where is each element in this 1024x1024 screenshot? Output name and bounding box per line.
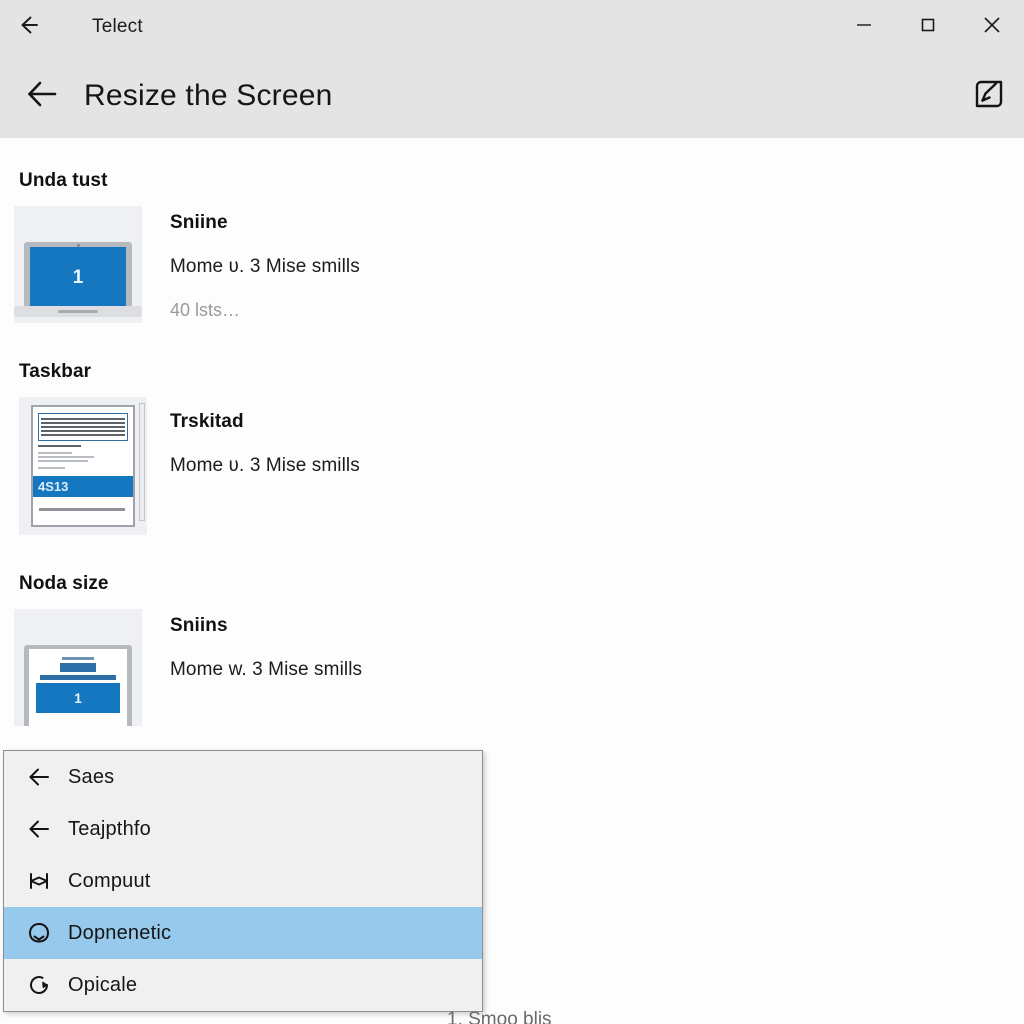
list-item[interactable]: 4S13 Trskitad Mome ʋ. 3 Mise smills <box>19 397 1024 535</box>
close-icon <box>980 13 1004 42</box>
window-title: Telect <box>92 16 143 37</box>
arrow-left-icon <box>24 76 60 117</box>
item-title: Trskitad <box>170 411 244 432</box>
rotate-icon <box>18 972 60 998</box>
screen-bar-label: 1 <box>36 683 120 713</box>
menu-item-teajpthfo[interactable]: Teajpthfo <box>4 803 482 855</box>
section-heading: Unda tust <box>19 170 108 191</box>
item-title: Sniine <box>170 212 228 233</box>
laptop-camera-dot <box>76 244 80 247</box>
laptop-trackpad <box>58 310 98 313</box>
laptop-lid: 1 <box>24 242 132 309</box>
menu-item-label: Compuut <box>68 869 151 892</box>
resize-width-icon <box>18 868 60 894</box>
bottom-clipped-text: 1. Smoo blis <box>447 1009 552 1024</box>
document-text-block <box>38 413 128 441</box>
page-title: Resize the Screen <box>84 79 333 112</box>
document-thumbnail: 4S13 <box>19 397 147 535</box>
item-text-block: Sniine Mome ʋ. 3 Mise smills 40 lsts… <box>170 206 360 321</box>
menu-item-compuut[interactable]: Compuut <box>4 855 482 907</box>
section-unda-tust: Unda tust 1 Sniine Mome ʋ. 3 Mise smills <box>0 170 1024 323</box>
document-footer-line <box>39 508 125 511</box>
maximize-icon <box>917 14 939 41</box>
section-noda-size: Noda size 1 Sniins Mome w. 3 Mise smills <box>0 573 1024 726</box>
menu-item-label: Opicale <box>68 973 138 996</box>
laptop-screen-label: 1 <box>30 247 126 309</box>
context-menu[interactable]: Saes Teajpthfo Compuut Dopnenetic Opical… <box>3 750 483 1012</box>
laptop-thumbnail-graphic: 1 <box>14 206 142 323</box>
item-subtitle: Mome ʋ. 3 Mise smills <box>170 256 360 277</box>
section-taskbar: Taskbar 4S13 Trskitad Mome ʋ. 3 Mise smi… <box>0 361 1024 535</box>
item-title: Sniins <box>170 615 228 636</box>
minimize-icon <box>853 14 875 41</box>
menu-item-dopnenetic[interactable]: Dopnenetic <box>4 907 482 959</box>
title-bar: Telect <box>0 0 1024 54</box>
laptop-thumbnail: 1 <box>14 206 142 323</box>
document-scrollbar <box>139 403 145 521</box>
item-text-block: Trskitad Mome ʋ. 3 Mise smills <box>170 397 360 477</box>
section-heading: Taskbar <box>19 361 92 382</box>
arrow-left-icon <box>15 12 41 43</box>
menu-item-label: Saes <box>68 765 115 788</box>
document-highlighted-row: 4S13 <box>33 476 133 497</box>
edit-square-icon <box>972 77 1006 116</box>
item-subtitle: Mome ʋ. 3 Mise smills <box>170 455 360 476</box>
screen-chart-thumbnail-graphic: 1 <box>14 609 142 726</box>
menu-item-label: Dopnenetic <box>68 921 172 944</box>
section-heading: Noda size <box>19 573 109 594</box>
screen-surface: 1 <box>29 649 127 726</box>
list-item[interactable]: 1 Sniine Mome ʋ. 3 Mise smills 40 lsts… <box>14 206 1024 323</box>
document-thumbnail-graphic: 4S13 <box>19 397 147 535</box>
maximize-button[interactable] <box>896 0 960 54</box>
page-header-bar: Resize the Screen <box>0 54 1024 138</box>
rounded-shape-icon <box>18 920 60 946</box>
item-meta: 40 lsts… <box>170 300 241 320</box>
item-subtitle: Mome w. 3 Mise smills <box>170 659 363 680</box>
screen-chart-thumbnail: 1 <box>14 609 142 726</box>
arrow-left-icon <box>18 816 60 842</box>
window-back-button[interactable] <box>0 0 56 54</box>
minimize-button[interactable] <box>832 0 896 54</box>
list-item[interactable]: 1 Sniins Mome w. 3 Mise smills <box>14 609 1024 726</box>
document-page: 4S13 <box>31 405 135 527</box>
app-window: Telect Resize the Screen Unda tust 1 Sni… <box>0 0 1024 1024</box>
menu-item-opicale[interactable]: Opicale <box>4 959 482 1011</box>
arrow-left-icon <box>18 764 60 790</box>
screen-lid: 1 <box>24 645 132 726</box>
menu-item-label: Teajpthfo <box>68 817 151 840</box>
header-edit-button[interactable] <box>954 54 1024 138</box>
item-text-block: Sniins Mome w. 3 Mise smills <box>170 609 362 681</box>
close-button[interactable] <box>960 0 1024 54</box>
screen-bar-upper <box>40 675 116 680</box>
screen-caption-line <box>62 657 94 660</box>
menu-item-saes[interactable]: Saes <box>4 751 482 803</box>
screen-caption-box <box>60 663 96 672</box>
header-back-button[interactable] <box>0 54 84 138</box>
